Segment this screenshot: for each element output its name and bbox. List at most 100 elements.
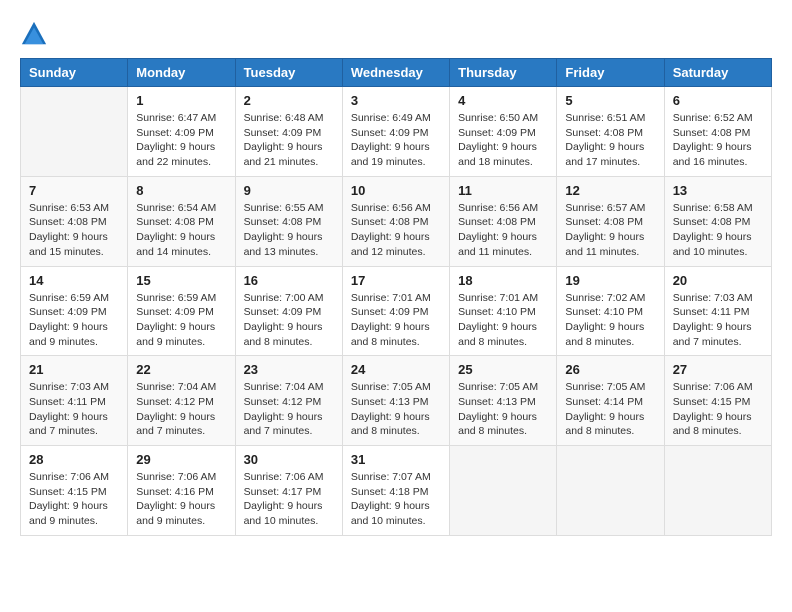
- calendar-cell: 31 Sunrise: 7:07 AM Sunset: 4:18 PM Dayli…: [342, 446, 449, 536]
- day-info: Sunrise: 6:55 AM Sunset: 4:08 PM Dayligh…: [244, 201, 334, 260]
- day-info: Sunrise: 7:05 AM Sunset: 4:14 PM Dayligh…: [565, 380, 655, 439]
- day-number: 17: [351, 273, 441, 288]
- day-info: Sunrise: 6:51 AM Sunset: 4:08 PM Dayligh…: [565, 111, 655, 170]
- calendar-cell: 7 Sunrise: 6:53 AM Sunset: 4:08 PM Daylig…: [21, 176, 128, 266]
- day-info: Sunrise: 6:48 AM Sunset: 4:09 PM Dayligh…: [244, 111, 334, 170]
- day-number: 4: [458, 93, 548, 108]
- calendar-header-row: SundayMondayTuesdayWednesdayThursdayFrid…: [21, 59, 772, 87]
- day-number: 19: [565, 273, 655, 288]
- day-number: 5: [565, 93, 655, 108]
- day-info: Sunrise: 7:02 AM Sunset: 4:10 PM Dayligh…: [565, 291, 655, 350]
- day-info: Sunrise: 7:06 AM Sunset: 4:15 PM Dayligh…: [29, 470, 119, 529]
- day-number: 2: [244, 93, 334, 108]
- day-info: Sunrise: 7:05 AM Sunset: 4:13 PM Dayligh…: [458, 380, 548, 439]
- day-number: 13: [673, 183, 763, 198]
- day-info: Sunrise: 6:53 AM Sunset: 4:08 PM Dayligh…: [29, 201, 119, 260]
- day-number: 25: [458, 362, 548, 377]
- calendar-cell: 18 Sunrise: 7:01 AM Sunset: 4:10 PM Dayli…: [450, 266, 557, 356]
- calendar-cell: 12 Sunrise: 6:57 AM Sunset: 4:08 PM Dayli…: [557, 176, 664, 266]
- calendar-cell: 14 Sunrise: 6:59 AM Sunset: 4:09 PM Dayli…: [21, 266, 128, 356]
- day-number: 6: [673, 93, 763, 108]
- calendar-cell: 29Sunrise: 7:06 AM Sunset: 4:16 PM Dayli…: [128, 446, 235, 536]
- day-number: 12: [565, 183, 655, 198]
- day-info: Sunrise: 6:54 AM Sunset: 4:08 PM Dayligh…: [136, 201, 226, 260]
- calendar-cell: 1 Sunrise: 6:47 AM Sunset: 4:09 PM Daylig…: [128, 87, 235, 177]
- calendar-cell: 4Sunrise: 6:50 AM Sunset: 4:09 PM Daylig…: [450, 87, 557, 177]
- day-info: Sunrise: 6:59 AM Sunset: 4:09 PM Dayligh…: [136, 291, 226, 350]
- day-info: Sunrise: 7:03 AM Sunset: 4:11 PM Dayligh…: [29, 380, 119, 439]
- calendar-cell: 24Sunrise: 7:05 AM Sunset: 4:13 PM Dayli…: [342, 356, 449, 446]
- calendar-cell: [21, 87, 128, 177]
- calendar-cell: [664, 446, 771, 536]
- day-number: 8: [136, 183, 226, 198]
- day-number: 22: [136, 362, 226, 377]
- calendar-week-3: 14 Sunrise: 6:59 AM Sunset: 4:09 PM Dayli…: [21, 266, 772, 356]
- calendar-cell: 8 Sunrise: 6:54 AM Sunset: 4:08 PM Daylig…: [128, 176, 235, 266]
- calendar-cell: 9 Sunrise: 6:55 AM Sunset: 4:08 PM Daylig…: [235, 176, 342, 266]
- logo: [20, 20, 52, 48]
- calendar-cell: 27 Sunrise: 7:06 AM Sunset: 4:15 PM Dayli…: [664, 356, 771, 446]
- calendar-week-2: 7 Sunrise: 6:53 AM Sunset: 4:08 PM Daylig…: [21, 176, 772, 266]
- day-number: 15: [136, 273, 226, 288]
- day-number: 14: [29, 273, 119, 288]
- day-info: Sunrise: 6:49 AM Sunset: 4:09 PM Dayligh…: [351, 111, 441, 170]
- day-number: 27: [673, 362, 763, 377]
- day-number: 7: [29, 183, 119, 198]
- day-info: Sunrise: 6:58 AM Sunset: 4:08 PM Dayligh…: [673, 201, 763, 260]
- day-info: Sunrise: 7:03 AM Sunset: 4:11 PM Dayligh…: [673, 291, 763, 350]
- calendar-cell: [450, 446, 557, 536]
- day-number: 3: [351, 93, 441, 108]
- day-info: Sunrise: 7:06 AM Sunset: 4:15 PM Dayligh…: [673, 380, 763, 439]
- day-header-wednesday: Wednesday: [342, 59, 449, 87]
- day-number: 31: [351, 452, 441, 467]
- day-info: Sunrise: 7:00 AM Sunset: 4:09 PM Dayligh…: [244, 291, 334, 350]
- calendar-cell: 16 Sunrise: 7:00 AM Sunset: 4:09 PM Dayli…: [235, 266, 342, 356]
- calendar-cell: [557, 446, 664, 536]
- day-info: Sunrise: 6:56 AM Sunset: 4:08 PM Dayligh…: [351, 201, 441, 260]
- day-number: 1: [136, 93, 226, 108]
- calendar-cell: 30Sunrise: 7:06 AM Sunset: 4:17 PM Dayli…: [235, 446, 342, 536]
- day-number: 18: [458, 273, 548, 288]
- day-header-tuesday: Tuesday: [235, 59, 342, 87]
- day-info: Sunrise: 7:07 AM Sunset: 4:18 PM Dayligh…: [351, 470, 441, 529]
- calendar-cell: 25 Sunrise: 7:05 AM Sunset: 4:13 PM Dayli…: [450, 356, 557, 446]
- day-number: 11: [458, 183, 548, 198]
- calendar-week-4: 21 Sunrise: 7:03 AM Sunset: 4:11 PM Dayli…: [21, 356, 772, 446]
- calendar-cell: 19 Sunrise: 7:02 AM Sunset: 4:10 PM Dayli…: [557, 266, 664, 356]
- day-info: Sunrise: 7:01 AM Sunset: 4:09 PM Dayligh…: [351, 291, 441, 350]
- day-number: 9: [244, 183, 334, 198]
- day-info: Sunrise: 6:47 AM Sunset: 4:09 PM Dayligh…: [136, 111, 226, 170]
- day-number: 26: [565, 362, 655, 377]
- day-number: 21: [29, 362, 119, 377]
- day-info: Sunrise: 7:05 AM Sunset: 4:13 PM Dayligh…: [351, 380, 441, 439]
- calendar-cell: 10 Sunrise: 6:56 AM Sunset: 4:08 PM Dayli…: [342, 176, 449, 266]
- day-info: Sunrise: 6:56 AM Sunset: 4:08 PM Dayligh…: [458, 201, 548, 260]
- logo-icon: [20, 20, 48, 48]
- day-number: 20: [673, 273, 763, 288]
- day-number: 28: [29, 452, 119, 467]
- day-header-saturday: Saturday: [664, 59, 771, 87]
- calendar-cell: 17 Sunrise: 7:01 AM Sunset: 4:09 PM Dayli…: [342, 266, 449, 356]
- day-info: Sunrise: 6:57 AM Sunset: 4:08 PM Dayligh…: [565, 201, 655, 260]
- day-number: 10: [351, 183, 441, 198]
- day-header-friday: Friday: [557, 59, 664, 87]
- calendar-cell: 6Sunrise: 6:52 AM Sunset: 4:08 PM Daylig…: [664, 87, 771, 177]
- calendar-table: SundayMondayTuesdayWednesdayThursdayFrid…: [20, 58, 772, 536]
- day-number: 23: [244, 362, 334, 377]
- calendar-cell: 23Sunrise: 7:04 AM Sunset: 4:12 PM Dayli…: [235, 356, 342, 446]
- day-info: Sunrise: 7:01 AM Sunset: 4:10 PM Dayligh…: [458, 291, 548, 350]
- calendar-cell: 13 Sunrise: 6:58 AM Sunset: 4:08 PM Dayli…: [664, 176, 771, 266]
- day-number: 16: [244, 273, 334, 288]
- calendar-week-1: 1 Sunrise: 6:47 AM Sunset: 4:09 PM Daylig…: [21, 87, 772, 177]
- day-info: Sunrise: 6:59 AM Sunset: 4:09 PM Dayligh…: [29, 291, 119, 350]
- calendar-cell: 28 Sunrise: 7:06 AM Sunset: 4:15 PM Dayli…: [21, 446, 128, 536]
- calendar-cell: 22 Sunrise: 7:04 AM Sunset: 4:12 PM Dayli…: [128, 356, 235, 446]
- day-number: 29: [136, 452, 226, 467]
- calendar-cell: 21 Sunrise: 7:03 AM Sunset: 4:11 PM Dayli…: [21, 356, 128, 446]
- calendar-cell: 20 Sunrise: 7:03 AM Sunset: 4:11 PM Dayli…: [664, 266, 771, 356]
- calendar-cell: 2 Sunrise: 6:48 AM Sunset: 4:09 PM Daylig…: [235, 87, 342, 177]
- calendar-cell: 5 Sunrise: 6:51 AM Sunset: 4:08 PM Daylig…: [557, 87, 664, 177]
- day-header-thursday: Thursday: [450, 59, 557, 87]
- day-info: Sunrise: 7:04 AM Sunset: 4:12 PM Dayligh…: [136, 380, 226, 439]
- day-header-sunday: Sunday: [21, 59, 128, 87]
